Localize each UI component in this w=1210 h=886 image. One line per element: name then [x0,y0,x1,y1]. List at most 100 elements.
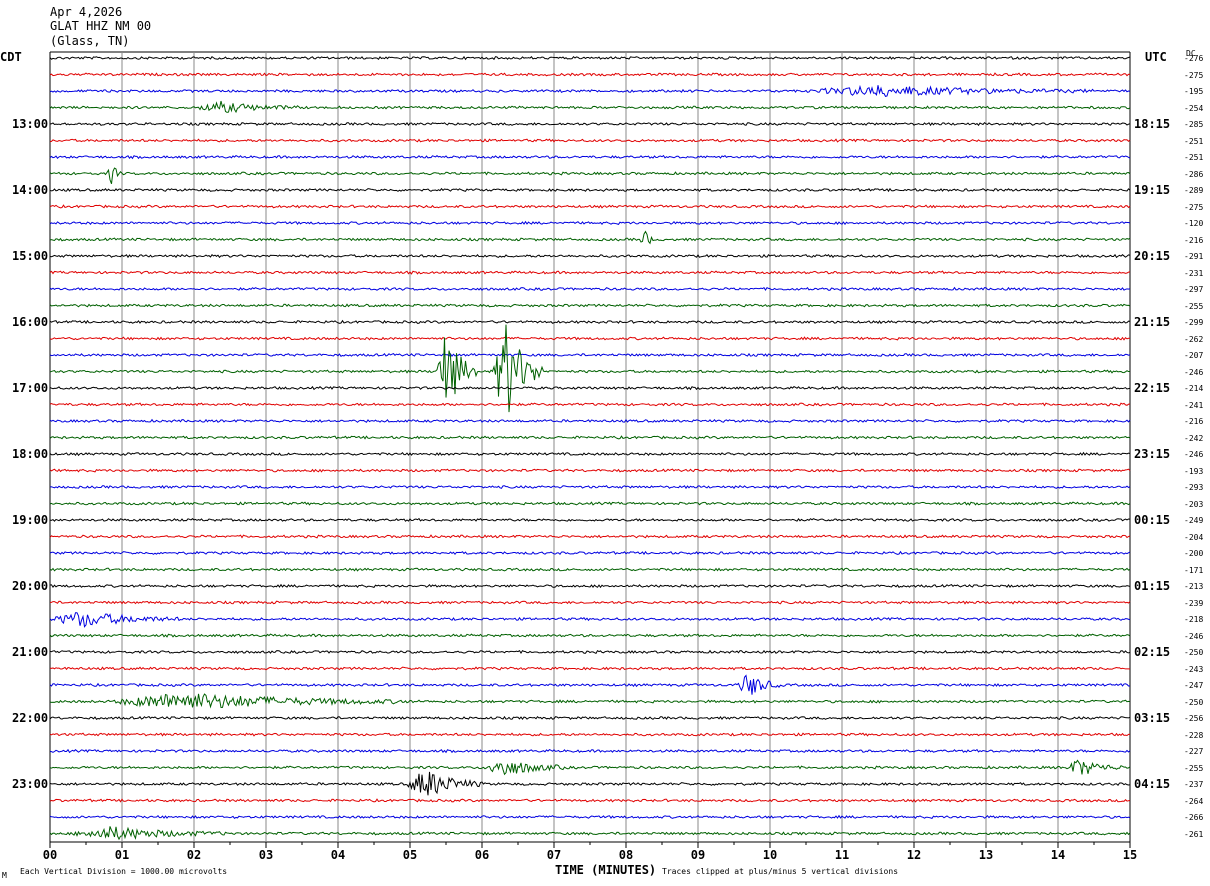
trace-line-22 [49,418,1131,423]
dc-offset-label: -246 [1184,450,1204,459]
trace-line-7 [49,167,1131,184]
trace-line-17 [49,336,1131,341]
trace-line-16 [49,319,1131,325]
dc-offset-label: -214 [1184,384,1204,393]
dc-offset-label: -171 [1184,565,1204,575]
right-hour-label: 19:15 [1134,183,1171,197]
dc-offset-label: -213 [1184,582,1204,591]
x-tick-label: 07 [547,848,561,862]
trace-line-4 [49,121,1131,127]
right-hour-label: 01:15 [1134,579,1171,593]
dc-offset-label: -204 [1184,532,1204,542]
trace-line-42 [49,748,1131,754]
x-tick-label: 05 [403,848,417,862]
trace-line-39 [49,693,1131,709]
trace-line-6 [49,154,1131,160]
x-tick-label: 09 [691,848,705,862]
trace-line-0 [49,55,1131,61]
dc-offset-label: -239 [1184,598,1204,608]
x-tick-label: 00 [43,848,57,862]
right-hour-label: 23:15 [1134,447,1171,461]
trace-line-3 [49,100,1131,114]
x-axis-label: TIME (MINUTES) [555,863,657,877]
x-tick-label: 03 [259,848,273,862]
trace-line-20 [49,385,1131,391]
dc-offset-label: -251 [1184,153,1204,162]
trace-line-36 [49,649,1131,655]
trace-line-21 [49,402,1131,407]
left-hour-label: 13:00 [12,117,49,131]
trace-line-43 [49,759,1131,776]
trace-line-12 [49,253,1131,259]
dc-offset-label: -228 [1184,730,1204,740]
x-tick-label: 11 [835,848,849,862]
dc-offset-label: -286 [1184,169,1204,179]
dc-offset-label: -276 [1184,54,1204,63]
dc-offset-label: -285 [1184,120,1204,129]
header-date: Apr 4,2026 [50,5,123,19]
trace-line-41 [49,732,1131,737]
right-hour-label: 03:15 [1134,711,1171,725]
right-zone-label: UTC [1145,50,1167,64]
dc-offset-label: -120 [1184,219,1204,228]
trace-line-14 [49,286,1131,292]
dc-offset-label: -256 [1184,714,1204,723]
x-tick-label: 08 [619,848,633,862]
left-hour-label: 22:00 [12,711,49,725]
scale-note: Each Vertical Division = 1000.00 microvo… [20,867,228,876]
trace-line-10 [49,220,1131,226]
left-hour-label: 14:00 [12,183,49,197]
dc-offset-label: -249 [1184,516,1204,525]
left-hour-label: 21:00 [12,645,49,659]
right-hour-label: 02:15 [1134,645,1171,659]
left-hour-label: 23:00 [12,777,49,791]
trace-line-32 [49,583,1131,589]
trace-line-18 [49,352,1131,358]
dc-offset-label: -291 [1184,252,1204,261]
x-tick-label: 01 [115,848,129,862]
dc-offset-label: -195 [1184,87,1204,96]
x-tick-label: 15 [1123,848,1137,862]
left-hour-label: 17:00 [12,381,49,395]
x-tick-label: 04 [331,848,345,862]
header-location: (Glass, TN) [50,34,130,48]
trace-line-30 [49,550,1131,556]
trace-line-28 [49,517,1131,522]
corner-mark: M [2,871,7,880]
dc-offset-label: -266 [1184,813,1204,822]
dc-offset-label: -275 [1184,70,1204,80]
clip-note: Traces clipped at plus/minus 5 vertical … [662,867,899,876]
x-tick-label: 10 [763,848,777,862]
dc-offset-label: -231 [1184,268,1204,278]
trace-line-2 [49,84,1131,97]
right-hour-label: 21:15 [1134,315,1171,329]
left-zone-label: CDT [0,50,22,64]
dc-offset-label: -207 [1184,351,1204,360]
dc-offset-label: -254 [1184,103,1204,113]
x-tick-label: 02 [187,848,201,862]
left-hour-label: 20:00 [12,579,49,593]
trace-line-38 [49,674,1131,695]
trace-line-31 [49,567,1131,572]
dc-offset-label: -293 [1184,483,1204,492]
trace-line-45 [49,798,1131,803]
trace-line-25 [49,468,1131,473]
dc-offset-label: -250 [1184,648,1204,657]
right-hour-label: 20:15 [1134,249,1171,263]
dc-offset-label: -246 [1184,367,1204,377]
dc-offset-label: -193 [1184,466,1204,476]
trace-line-26 [49,484,1131,490]
dc-offset-label: -216 [1184,235,1204,245]
trace-line-23 [49,435,1131,440]
dc-offset-label: -275 [1184,202,1204,212]
x-tick-label: 13 [979,848,993,862]
trace-line-34 [49,612,1131,628]
right-hour-label: 04:15 [1134,777,1171,791]
dc-offset-label: -237 [1184,780,1204,789]
dc-offset-label: -218 [1184,615,1204,624]
trace-line-8 [49,187,1131,193]
trace-line-46 [49,814,1131,820]
dc-offset-label: -251 [1184,136,1204,146]
trace-line-13 [49,270,1131,275]
dc-offset-label: -241 [1184,400,1204,410]
